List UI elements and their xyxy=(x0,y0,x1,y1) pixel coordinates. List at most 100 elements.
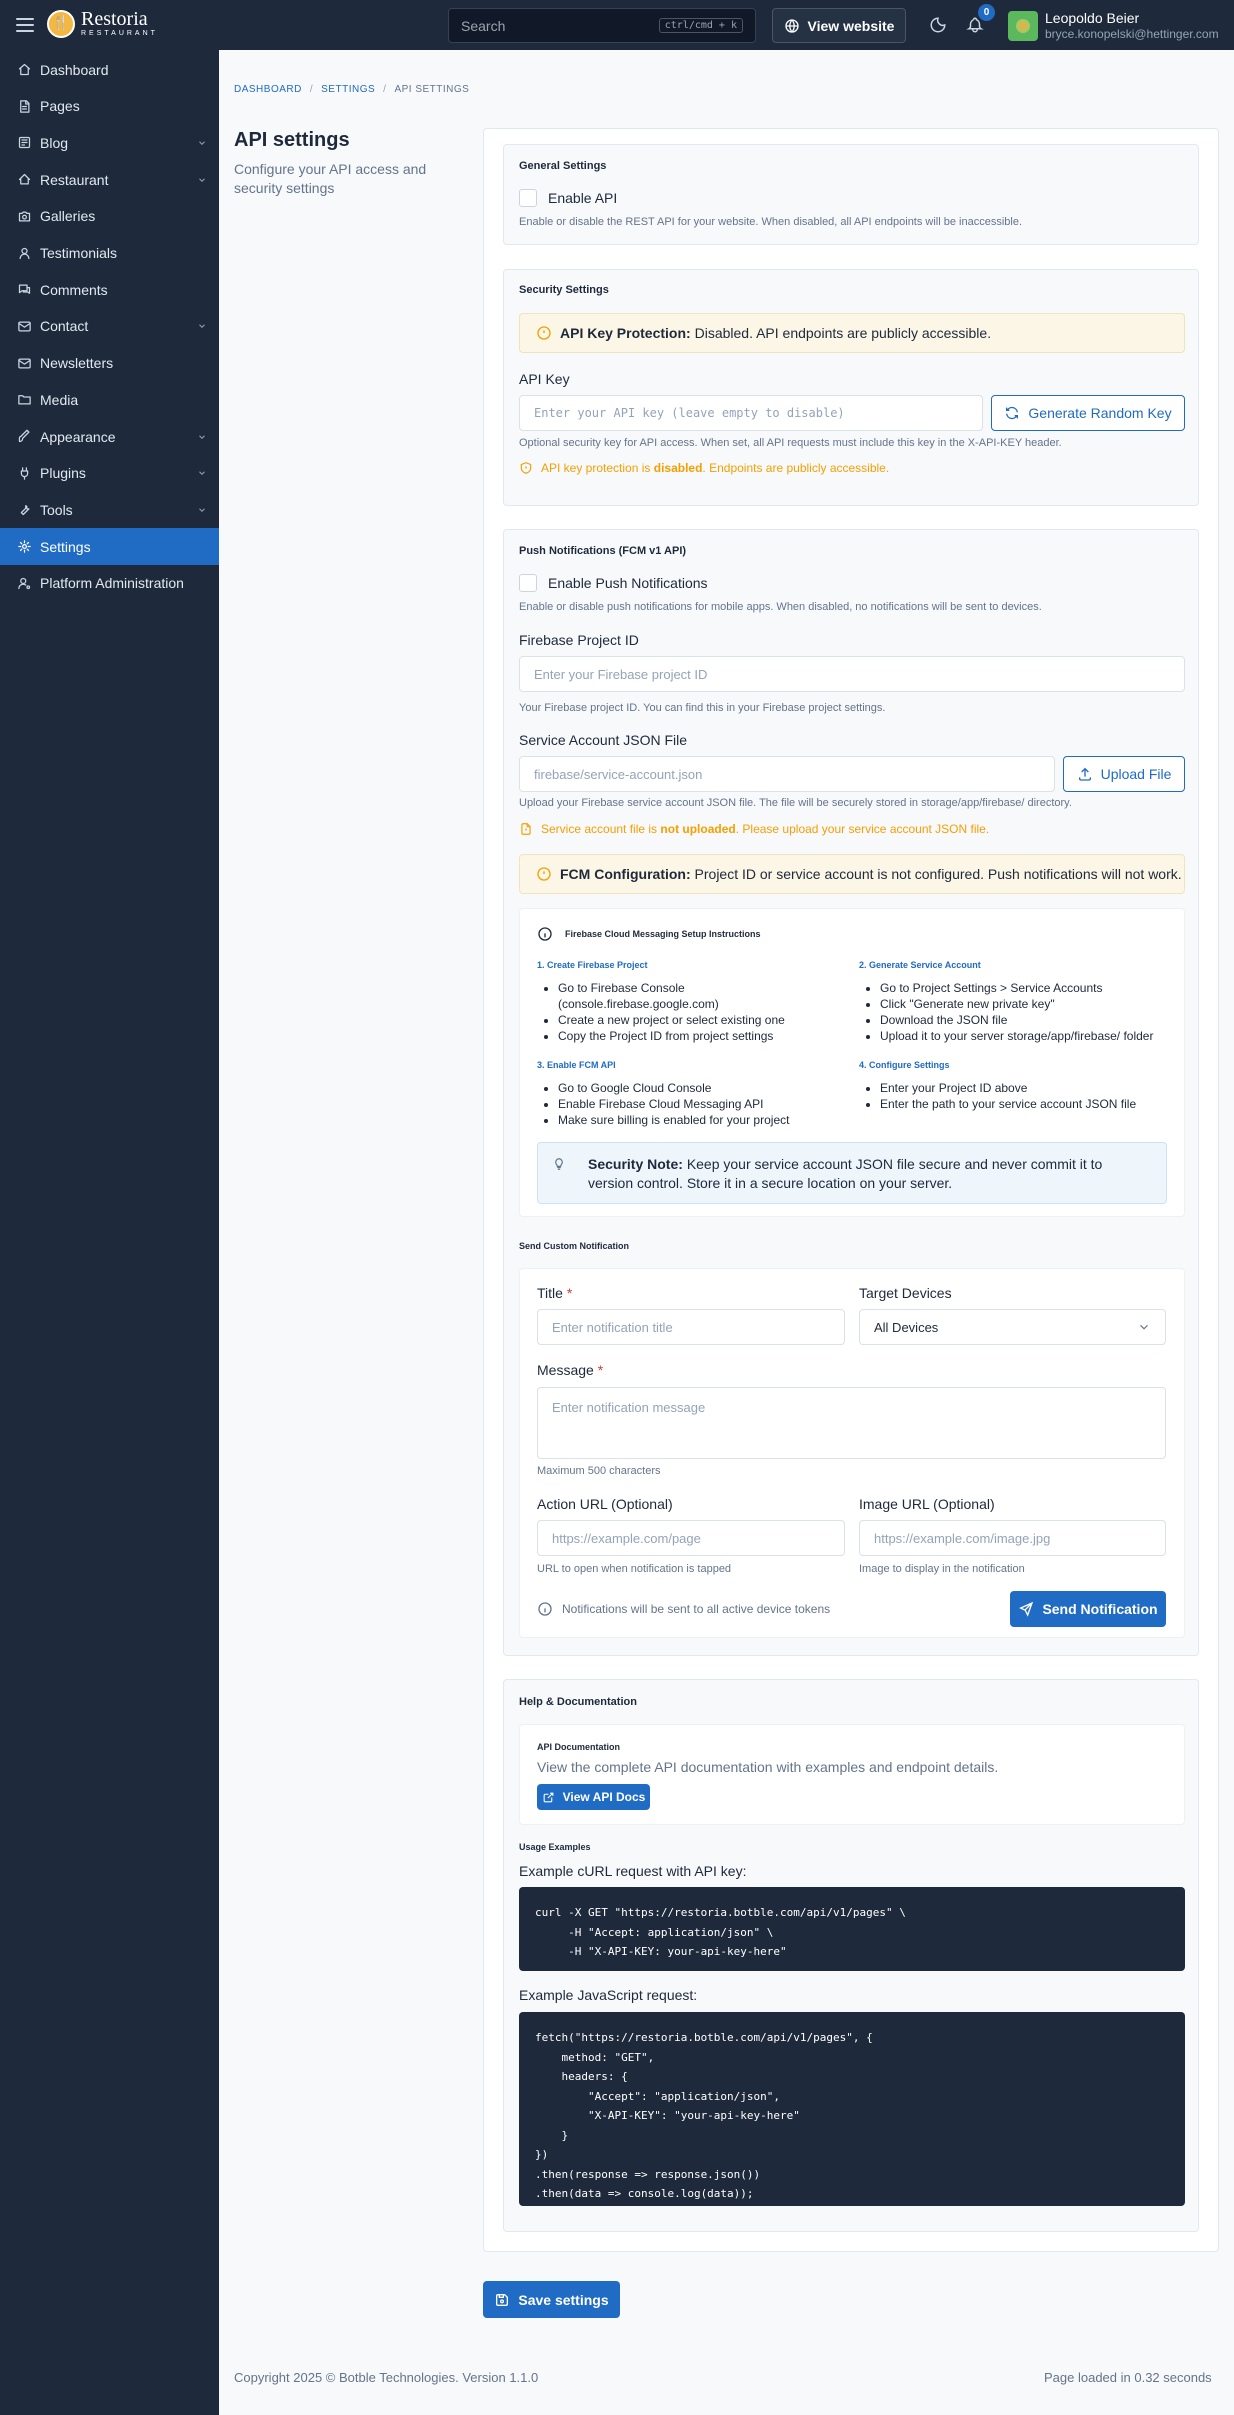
api-key-alert-bold: API Key Protection: xyxy=(560,325,691,341)
sidebar-item-pages[interactable]: Pages xyxy=(0,88,219,125)
plug-icon xyxy=(16,465,32,481)
save-settings-button[interactable]: Save settings xyxy=(483,2281,620,2318)
breadcrumb-settings[interactable]: SETTINGS xyxy=(321,84,375,95)
footer-version-link[interactable]: 1.1.0 xyxy=(509,2370,538,2385)
custom-notification-title: Send Custom Notification xyxy=(519,1241,629,1251)
restaurant-icon xyxy=(16,172,32,188)
bulb-icon xyxy=(552,1157,566,1171)
user-email: bryce.konopelski@hettinger.com xyxy=(1045,27,1219,41)
message-textarea[interactable]: Enter notification message xyxy=(537,1387,1166,1459)
notification-title-label: Title * xyxy=(537,1285,573,1301)
sidebar-item-label: Comments xyxy=(40,281,108,298)
comments-icon xyxy=(16,282,32,298)
sidebar-item-galleries[interactable]: Galleries xyxy=(0,198,219,235)
api-docs-title: API Documentation xyxy=(537,1742,621,1752)
image-url-label: Image URL (Optional) xyxy=(859,1496,995,1512)
globe-icon xyxy=(784,18,800,34)
breadcrumb-dashboard[interactable]: DASHBOARD xyxy=(234,84,302,95)
fcm-config-alert: FCM Configuration: Project ID or service… xyxy=(519,854,1185,894)
view-api-docs-button[interactable]: View API Docs xyxy=(537,1784,650,1810)
user-cog-icon xyxy=(16,575,32,591)
logo-sub: RESTAURANT xyxy=(81,30,158,37)
sidebar-item-restaurant[interactable]: Restaurant xyxy=(0,161,219,198)
action-url-input[interactable]: https://example.com/page xyxy=(537,1520,845,1556)
message-label: Message * xyxy=(537,1362,604,1378)
sidebar-item-platform-administration[interactable]: Platform Administration xyxy=(0,565,219,602)
service-account-input[interactable]: firebase/service-account.json xyxy=(519,756,1055,792)
api-key-alert-text: Disabled. API endpoints are publicly acc… xyxy=(694,325,992,341)
curl-example-label: Example cURL request with API key: xyxy=(519,1863,747,1879)
shield-warning-icon xyxy=(519,461,533,475)
send-notification-button[interactable]: Send Notification xyxy=(1010,1591,1166,1627)
avatar[interactable] xyxy=(1008,11,1038,41)
enable-push-label[interactable]: Enable Push Notifications xyxy=(548,575,708,591)
upload-file-button[interactable]: Upload File xyxy=(1063,756,1185,792)
sidebar-item-tools[interactable]: Tools xyxy=(0,491,219,528)
notification-info-text: Notifications will be sent to all active… xyxy=(562,1602,831,1616)
notification-badge: 0 xyxy=(978,4,995,21)
sidebar-item-label: Contact xyxy=(40,318,89,335)
enable-push-checkbox[interactable] xyxy=(519,574,537,592)
step-1-list: Go to Firebase Console (console.firebase… xyxy=(540,980,840,1044)
action-url-label: Action URL (Optional) xyxy=(537,1496,673,1512)
service-account-label: Service Account JSON File xyxy=(519,732,688,748)
sidebar-item-label: Pages xyxy=(40,98,80,115)
sidebar-item-dashboard[interactable]: Dashboard xyxy=(0,51,219,88)
generate-random-key-button[interactable]: Generate Random Key xyxy=(991,395,1185,431)
sidebar-item-comments[interactable]: Comments xyxy=(0,271,219,308)
moon-icon[interactable] xyxy=(927,14,949,36)
enable-api-checkbox[interactable] xyxy=(519,189,537,207)
firebase-project-id-placeholder: Enter your Firebase project ID xyxy=(534,666,708,682)
step-3-list: Go to Google Cloud Console Enable Fireba… xyxy=(540,1080,840,1128)
enable-api-label[interactable]: Enable API xyxy=(548,190,617,206)
firebase-project-id-input[interactable]: Enter your Firebase project ID xyxy=(519,656,1185,692)
list-item: Enter the path to your service account J… xyxy=(880,1096,1172,1112)
service-account-placeholder: firebase/service-account.json xyxy=(534,766,703,782)
tool-icon xyxy=(16,502,32,518)
sidebar-item-label: Media xyxy=(40,391,79,408)
action-url-help: URL to open when notification is tapped xyxy=(537,1563,732,1575)
image-url-placeholder: https://example.com/image.jpg xyxy=(874,1530,1051,1546)
general-settings-title: General Settings xyxy=(519,160,607,172)
user-name[interactable]: Leopoldo Beier xyxy=(1045,10,1139,26)
security-note-bold: Security Note: xyxy=(588,1156,683,1172)
view-website-button[interactable]: View website xyxy=(772,8,906,43)
sidebar-item-plugins[interactable]: Plugins xyxy=(0,455,219,492)
notification-title-input[interactable]: Enter notification title xyxy=(537,1309,845,1345)
api-key-placeholder: Enter your API key (leave empty to disab… xyxy=(534,406,845,420)
view-website-label: View website xyxy=(807,17,895,34)
step-3-title: 3. Enable FCM API xyxy=(537,1060,616,1070)
sidebar-item-settings[interactable]: Settings xyxy=(0,528,219,566)
logo[interactable]: 🍴 Restoria RESTAURANT xyxy=(47,9,158,38)
hamburger-menu-icon[interactable] xyxy=(16,15,34,35)
api-key-input[interactable]: Enter your API key (leave empty to disab… xyxy=(519,395,983,431)
image-url-input[interactable]: https://example.com/image.jpg xyxy=(859,1520,1166,1556)
message-placeholder: Enter notification message xyxy=(552,1400,706,1415)
image-url-help: Image to display in the notification xyxy=(859,1563,1025,1575)
send-icon xyxy=(1018,1601,1034,1617)
page-icon xyxy=(16,98,32,114)
list-item: Enter your Project ID above xyxy=(880,1080,1172,1096)
chevron-down-icon xyxy=(1137,1320,1151,1334)
sidebar-item-blog[interactable]: Blog xyxy=(0,124,219,161)
js-example-label: Example JavaScript request: xyxy=(519,1987,698,2003)
home-icon xyxy=(16,62,32,78)
sidebar-item-newsletters[interactable]: Newsletters xyxy=(0,345,219,382)
sidebar-item-media[interactable]: Media xyxy=(0,381,219,418)
target-devices-select[interactable]: All Devices xyxy=(859,1309,1166,1345)
sidebar-item-label: Newsletters xyxy=(40,355,114,372)
enable-api-help: Enable or disable the REST API for your … xyxy=(519,216,1023,228)
api-key-warning: API key protection is disabled. Endpoint… xyxy=(519,461,889,475)
sidebar-item-contact[interactable]: Contact xyxy=(0,308,219,345)
search-input[interactable]: Search ctrl/cmd + k xyxy=(448,8,756,43)
breadcrumb-current: API SETTINGS xyxy=(394,84,470,95)
sidebar-item-testimonials[interactable]: Testimonials xyxy=(0,235,219,272)
info-circle-icon xyxy=(537,1601,553,1617)
file-warning-icon xyxy=(519,822,533,836)
sidebar-item-appearance[interactable]: Appearance xyxy=(0,418,219,455)
list-item: Go to Google Cloud Console xyxy=(558,1080,840,1096)
list-item: Go to Project Settings > Service Account… xyxy=(880,980,1172,996)
fcm-alert-bold: FCM Configuration: xyxy=(560,866,691,882)
step-4-title: 4. Configure Settings xyxy=(859,1060,950,1070)
curl-code-block: curl -X GET "https://restoria.botble.com… xyxy=(519,1887,1185,1971)
